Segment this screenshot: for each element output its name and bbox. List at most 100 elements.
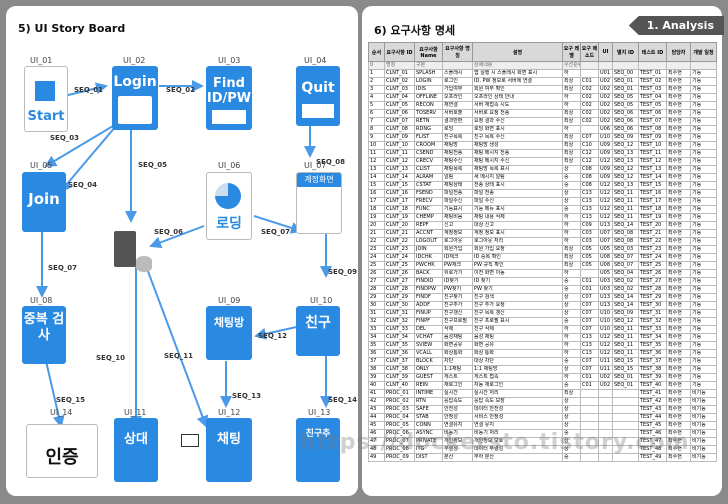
table-cell: CLNT_12 [384,157,415,166]
table-cell: TEST_41 [638,389,667,398]
table-cell: CLNT_30 [384,301,415,310]
table-cell: SEQ_06 [612,109,639,118]
table-cell: 안정성 [442,413,473,422]
table-cell: SEQ_14 [612,221,639,230]
table-row: 39 CLNT_39 GUEST 게스트 게스트 접속 하 C01 U02 SEQ_01 TEST… [368,373,717,382]
table-cell: C07 [580,317,599,326]
table-cell: TEST_04 [638,93,667,102]
table-cell: 실시간 [442,389,473,398]
table-cell: 최상 [562,117,581,126]
table-cell: 기능 [690,213,717,222]
table-cell: 기능 [690,157,717,166]
table-cell: CLNT_22 [384,237,415,246]
table-cell: 상 [562,421,581,430]
table-cell: TEST_06 [638,109,667,118]
ui-label: UI_14 [50,408,73,417]
table-cell: 하 [562,221,581,230]
table-cell: SEQ_13 [612,149,639,158]
table-cell: CLNT_08 [384,125,415,134]
table-cell: 최상 [562,85,581,94]
table-cell: C13 [580,197,599,206]
table-cell: 구분 [414,61,443,70]
ui-label: UI_06 [218,161,241,170]
table-cell: 기능 [690,101,717,110]
table-cell: C13 [580,205,599,214]
table-cell: C10 [580,141,599,150]
table-cell: U06 [598,125,613,134]
table-cell: 최수현 [666,101,691,110]
table-cell: PWCHK [414,261,443,270]
table-cell: JOIN [414,245,443,254]
table-cell: IDIS [414,85,443,94]
table-cell: CLNT_05 [384,101,415,110]
table-cell: STAB [414,413,443,422]
table-cell: 하 [562,93,581,102]
table-row: 32 CLNT_32 FINPF 친구프로필 친구 프로필 표시 중 C07 U10 SEQ_1… [368,317,717,326]
seq-label: SEQ_15 [56,396,86,404]
table-cell: 중 [562,181,581,190]
table-cell: TEST_27 [638,277,667,286]
table-cell: CLNT_02 [384,77,415,86]
seq-label: SEQ_04 [68,181,98,189]
table-cell: 채팅 내용 삭제 [472,213,563,222]
table-cell: 최수현 [666,141,691,150]
table-cell: U09 [598,165,613,174]
table-row: 29 CLNT_29 FINDF 친구찾기 친구 검색 상 C07 U13 SEQ_14 TEST… [368,293,717,302]
table-cell: 최수현 [666,213,691,222]
table-cell [598,405,613,414]
table-cell: 37 [368,357,385,366]
table-cell: 기능 [690,373,717,382]
table-cell: 5 [368,101,385,110]
table-cell: 기능 [690,133,717,142]
table-cell: 최수현 [666,77,691,86]
table-cell: SEQ_01 [612,85,639,94]
table-cell: SEQ_08 [612,237,639,246]
table-cell: 서버로 요청 전송 [472,109,563,118]
table-cell: 중 [562,285,581,294]
table-cell: 로그인 [442,77,473,86]
screen-dupcheck: 중복 검사 [22,306,66,364]
requirements-title: 6) 요구사항 명세 [374,24,456,37]
seq-label: SEQ_10 [96,354,126,362]
table-row: 25 CLNT_25 PWCHK PW체크 PW 규칙 확인 최상 C05 U08 SEQ_07… [368,261,717,270]
table-cell: SEQ_05 [612,101,639,110]
table-cell: 채팅비움 [442,213,473,222]
table-cell: 하 [562,69,581,78]
table-cell: CLNT_29 [384,293,415,302]
table-cell: LOGOUT [414,237,443,246]
table-cell: C02 [580,117,599,126]
table-row: 12 CLNT_12 CRECV 채팅수신 채팅 메시지 수신 최상 C12 U12 SEQ_1… [368,157,717,166]
table-row: 10 CLNT_10 CROOM 채팅방 채팅방 생성 최상 C10 U09 SEQ_12 TES… [368,141,717,150]
table-cell: BLOCK [414,357,443,366]
table-cell: 최수현 [666,405,691,414]
table-cell: 친구 삭제 [472,325,563,334]
table-cell: DEL [414,325,443,334]
table-cell: 40 [368,381,385,390]
table-cell: 기능 [690,261,717,270]
screen-chat: 채팅 [206,418,252,482]
table-cell: CLNT_28 [384,285,415,294]
ui-label: UI_02 [123,56,146,65]
table-cell: OFFLINE [414,93,443,102]
table-cell: 기능 [690,341,717,350]
table-cell: 최수현 [666,357,691,366]
table-subheader: 0명칭구분 상세내용우선순위 [368,61,717,70]
table-cell: BACK [414,269,443,278]
table-cell: 비기능 [690,389,717,398]
ui-label: UI_13 [308,408,331,417]
server-icon [114,231,136,267]
table-cell: SEQ_08 [612,229,639,238]
table-row: 34 CLNT_34 VCHAT 음성채팅 음성 채팅 하 C13 U12 SEQ_11 TEST… [368,333,717,342]
table-cell: TEST_03 [638,85,667,94]
table-cell: TEST_17 [638,197,667,206]
table-cell: 채팅전송 [442,149,473,158]
table-cell: C07 [580,301,599,310]
table-cell: 친구 목록 갱신 [472,309,563,318]
seq-label: SEQ_12 [258,332,288,340]
table-cell: 회원 가입 요청 [472,245,563,254]
table-cell: ID찾기 [442,277,473,286]
table-cell: TEST_29 [638,293,667,302]
table-cell: 상세내용 [472,61,563,70]
table-cell: SEQ_06 [612,117,639,126]
table-header: 순서 요구사항 ID 요구사항 Name 요구사항 명칭 설명 요구 레벨 요구 메소드 UI… [368,42,717,62]
